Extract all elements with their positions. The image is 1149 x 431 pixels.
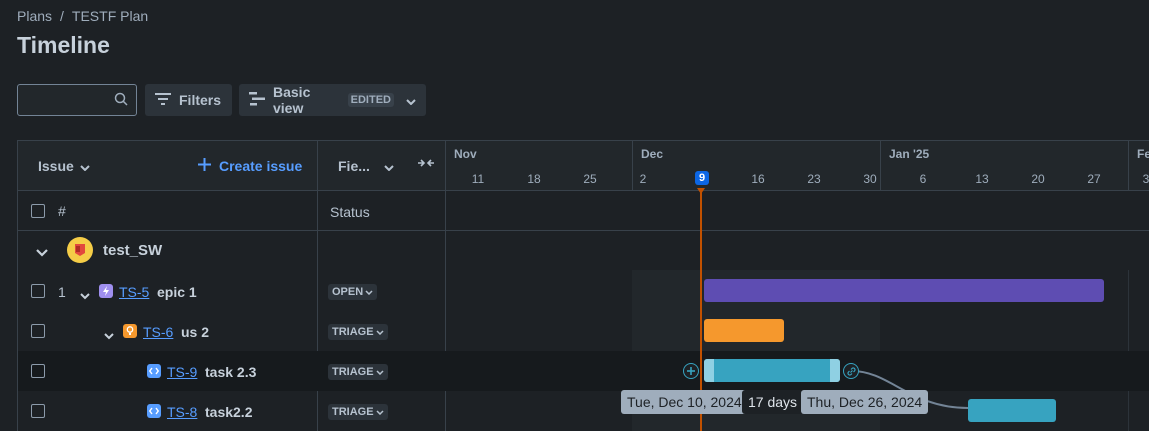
chevron-down-icon xyxy=(80,158,90,174)
status-lozenge[interactable]: OPEN xyxy=(328,284,378,300)
issue-summary[interactable]: task 2.3 xyxy=(205,364,256,380)
issue-summary[interactable]: task2.2 xyxy=(205,404,252,420)
task-schedule-bar[interactable] xyxy=(704,359,840,382)
view-label: Basic view xyxy=(273,84,311,116)
subheader-divider xyxy=(17,230,1149,231)
month-divider xyxy=(1128,140,1129,190)
day-label: 13 xyxy=(975,172,989,186)
filters-button[interactable]: Filters xyxy=(145,84,232,116)
story-icon xyxy=(123,324,137,338)
issue-key-link[interactable]: TS-9 xyxy=(167,364,197,380)
row-checkbox[interactable] xyxy=(31,404,45,418)
status-lozenge[interactable]: TRIAGE xyxy=(328,324,388,340)
chevron-down-icon xyxy=(376,406,384,418)
issue-column-header[interactable]: Issue xyxy=(38,158,90,174)
fields-column-label: Fie... xyxy=(338,158,370,174)
month-label: Nov xyxy=(454,147,477,161)
status-label: OPEN xyxy=(332,286,364,298)
grid-top-border xyxy=(17,140,1149,141)
chevron-down-icon xyxy=(365,286,373,298)
duration-tooltip: 17 days xyxy=(742,390,804,414)
add-dependency-icon[interactable] xyxy=(683,363,699,379)
month-label: Jan '25 xyxy=(889,147,930,161)
today-arrow-icon xyxy=(697,188,705,194)
chevron-down-icon[interactable] xyxy=(36,244,48,260)
status-lozenge[interactable]: TRIAGE xyxy=(328,364,388,380)
chevron-down-icon xyxy=(384,158,394,174)
row-checkbox[interactable] xyxy=(31,364,45,378)
create-issue-button[interactable]: Create issue xyxy=(198,158,302,174)
chevron-down-icon xyxy=(376,366,384,378)
fields-column-header[interactable]: Fie... xyxy=(338,158,394,174)
day-label: 27 xyxy=(1087,172,1101,186)
day-label: 11 xyxy=(471,172,485,186)
task-icon xyxy=(147,364,161,378)
search-icon xyxy=(114,92,128,109)
day-label: 2 xyxy=(639,172,647,186)
chevron-down-icon xyxy=(406,92,416,108)
day-label: 30 xyxy=(863,172,877,186)
filter-icon xyxy=(155,92,171,108)
epic-schedule-bar[interactable] xyxy=(704,279,1104,302)
day-label: 18 xyxy=(527,172,541,186)
resize-handle-right[interactable] xyxy=(830,359,840,382)
collapse-fields-icon[interactable] xyxy=(417,156,435,173)
plus-icon xyxy=(198,158,211,174)
view-settings-button[interactable]: Basic view EDITED xyxy=(239,84,426,116)
day-label: 3 xyxy=(1142,172,1149,186)
resize-handle-left[interactable] xyxy=(704,359,714,382)
row-checkbox[interactable] xyxy=(31,324,45,338)
group-name: test_SW xyxy=(103,242,163,259)
chevron-down-icon[interactable] xyxy=(104,327,114,343)
issue-key-link[interactable]: TS-6 xyxy=(143,324,173,340)
create-issue-label: Create issue xyxy=(219,158,303,174)
number-column-label: # xyxy=(58,203,66,219)
day-label: 23 xyxy=(807,172,821,186)
breadcrumb-plans-link[interactable]: Plans xyxy=(17,8,52,24)
view-icon xyxy=(249,91,265,109)
day-label: 20 xyxy=(1031,172,1045,186)
select-all-checkbox[interactable] xyxy=(31,204,45,218)
avatar xyxy=(67,237,93,263)
search-input[interactable] xyxy=(17,84,137,116)
breadcrumb-plan-link[interactable]: TESTF Plan xyxy=(72,8,148,24)
status-label: TRIAGE xyxy=(332,366,374,378)
status-lozenge[interactable]: TRIAGE xyxy=(328,404,388,420)
link-icon[interactable] xyxy=(843,363,859,379)
day-label: 25 xyxy=(583,172,597,186)
chevron-down-icon[interactable] xyxy=(80,287,90,303)
row-number: 1 xyxy=(58,284,66,300)
status-label: TRIAGE xyxy=(332,326,374,338)
task-icon xyxy=(147,404,161,418)
edited-badge: EDITED xyxy=(347,93,394,107)
start-date-tooltip: Tue, Dec 10, 2024 xyxy=(621,390,748,414)
row-checkbox[interactable] xyxy=(31,284,45,298)
task-schedule-bar[interactable] xyxy=(968,399,1056,422)
status-label: TRIAGE xyxy=(332,406,374,418)
status-column-label: Status xyxy=(330,204,370,220)
month-label: Fe xyxy=(1137,147,1149,161)
issue-key-link[interactable]: TS-5 xyxy=(119,284,149,300)
month-label: Dec xyxy=(641,147,664,161)
page-title: Timeline xyxy=(17,32,110,58)
issue-summary[interactable]: us 2 xyxy=(181,324,209,340)
issue-summary[interactable]: epic 1 xyxy=(157,284,197,300)
issue-column-label: Issue xyxy=(38,158,74,174)
day-label: 6 xyxy=(919,172,927,186)
breadcrumb: Plans / TESTF Plan xyxy=(17,8,148,24)
end-date-tooltip: Thu, Dec 26, 2024 xyxy=(801,390,929,414)
epic-icon xyxy=(99,284,113,298)
chevron-down-icon xyxy=(376,326,384,338)
header-divider xyxy=(17,190,1149,191)
issue-key-link[interactable]: TS-8 xyxy=(167,404,197,420)
story-schedule-bar[interactable] xyxy=(704,319,784,342)
filters-label: Filters xyxy=(179,92,222,108)
breadcrumb-separator: / xyxy=(60,8,64,24)
today-marker: 9 xyxy=(695,171,709,185)
day-label: 16 xyxy=(751,172,765,186)
